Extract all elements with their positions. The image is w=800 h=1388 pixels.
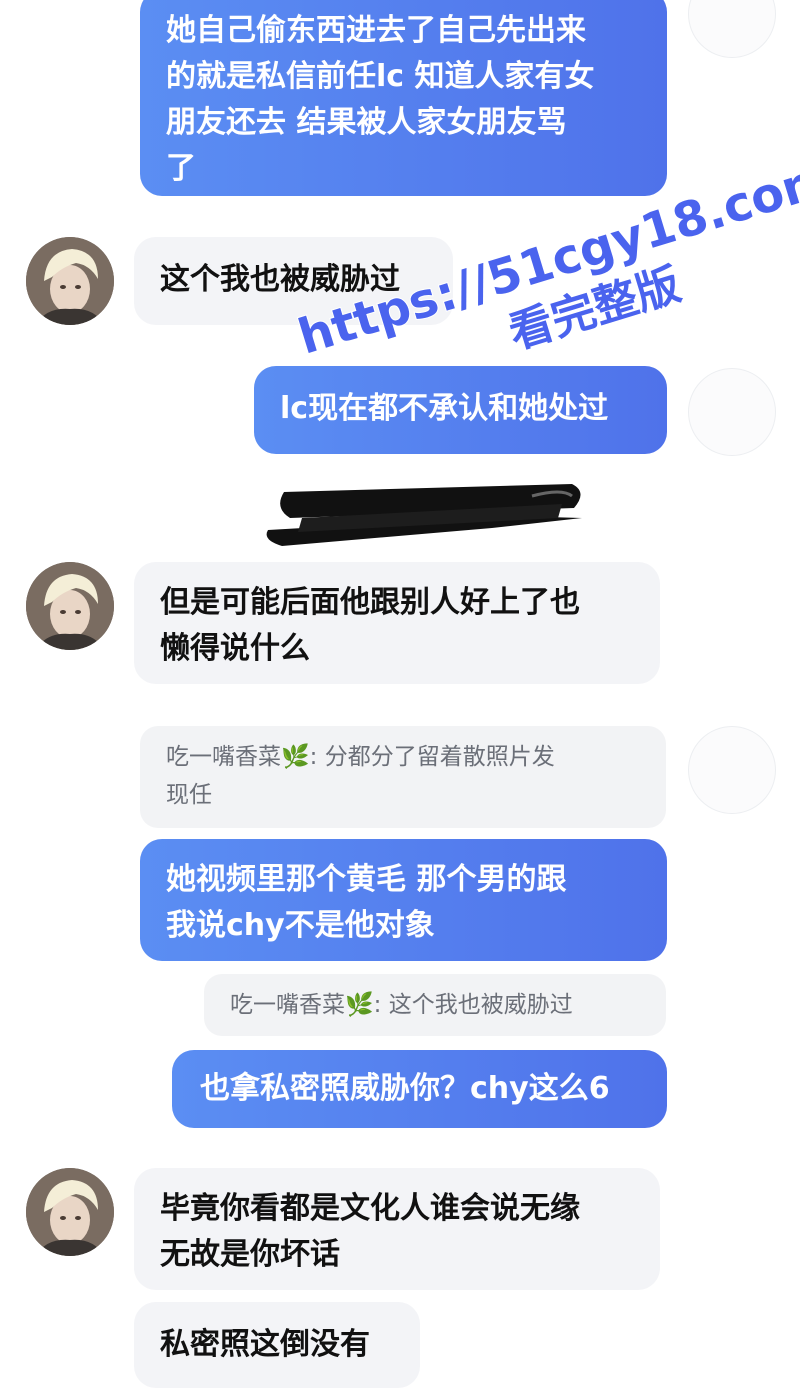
contact-avatar[interactable] xyxy=(26,1168,114,1256)
incoming-message[interactable]: 私密照这倒没有 xyxy=(134,1302,420,1388)
quoted-message[interactable]: 吃一嘴香菜🌿: 分都分了留着散照片发 现任 xyxy=(140,726,666,828)
outgoing-message[interactable]: 她视频里那个黄毛 那个男的跟 我说chy不是他对象 xyxy=(140,839,667,961)
incoming-message[interactable]: 但是可能后面他跟别人好上了也 懒得说什么 xyxy=(134,562,660,684)
outgoing-message[interactable]: lc现在都不承认和她处过 xyxy=(254,366,667,454)
outgoing-message[interactable]: 她自己偷东西进去了自己先出来 的就是私信前任lc 知道人家有女 朋友还去 结果被… xyxy=(140,0,667,196)
contact-avatar[interactable] xyxy=(26,562,114,650)
outgoing-message[interactable]: 也拿私密照威胁你？chy这么6 xyxy=(172,1050,667,1128)
own-avatar-placeholder xyxy=(688,0,776,58)
avatar-photo-icon xyxy=(26,562,114,650)
quoted-message[interactable]: 吃一嘴香菜🌿: 这个我也被威胁过 xyxy=(204,974,666,1036)
contact-avatar[interactable] xyxy=(26,237,114,325)
redaction-scribble xyxy=(262,478,588,550)
incoming-message[interactable]: 毕竟你看都是文化人谁会说无缘 无故是你坏话 xyxy=(134,1168,660,1290)
own-avatar-placeholder xyxy=(688,726,776,814)
black-scribble-redaction-icon xyxy=(266,484,582,546)
avatar-photo-icon xyxy=(26,1168,114,1256)
own-avatar-placeholder xyxy=(688,368,776,456)
avatar-photo-icon xyxy=(26,237,114,325)
